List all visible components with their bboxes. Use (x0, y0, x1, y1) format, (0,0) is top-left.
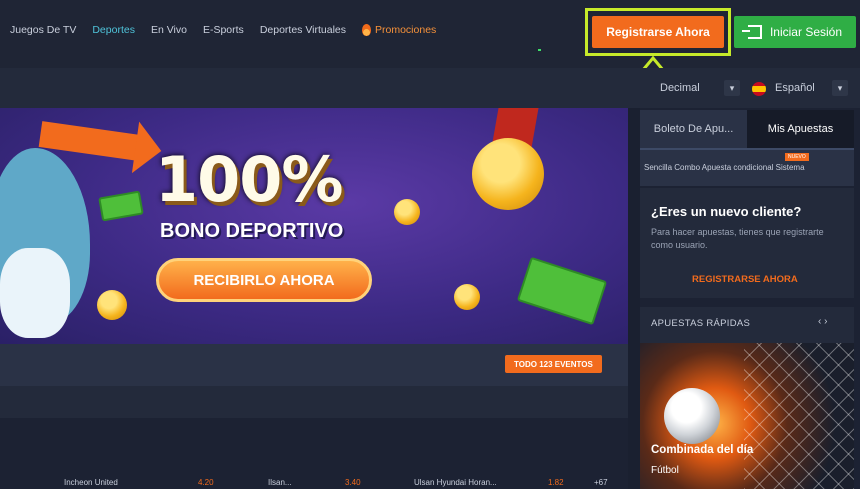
quick-bets-nav-arrows[interactable]: ‹ › (818, 316, 827, 327)
quick-bets-title: APUESTAS RÁPIDAS (651, 318, 751, 329)
all-events-button[interactable]: TODO 123 EVENTOS (505, 355, 602, 373)
banner-subheadline: BONO DEPORTIVO (160, 220, 344, 242)
bet-type-options[interactable]: Sencilla Combo Apuesta condicional Siste… (644, 163, 805, 172)
coin-icon (394, 199, 420, 225)
coin-icon (97, 290, 127, 320)
login-button[interactable]: Iniciar Sesión (734, 16, 856, 48)
new-badge: NUEVO (785, 153, 809, 161)
nav-promotions[interactable]: Promociones (362, 24, 436, 36)
nav-live[interactable]: En Vivo (151, 24, 187, 36)
tab-my-bets[interactable]: Mis Apuestas (747, 110, 854, 148)
whale-mascot (0, 148, 90, 338)
quick-bet-card-sport: Fútbol (651, 465, 679, 476)
main-nav: Juegos De TV Deportes En Vivo E-Sports D… (10, 24, 436, 36)
money-bill-icon (98, 190, 144, 222)
login-icon (741, 25, 762, 39)
new-customer-text: Para hacer apuestas, tienes que registra… (651, 227, 824, 250)
match-team-label[interactable]: Ulsan Hyundai Horan... (414, 478, 497, 487)
banner-headline: 100% (155, 143, 344, 216)
column-divider (628, 108, 640, 489)
language-select[interactable]: Español (775, 82, 815, 94)
match-team-label[interactable]: Incheon United (64, 478, 118, 487)
spain-flag-icon (752, 82, 766, 96)
money-bill-icon (516, 256, 608, 326)
status-dot (538, 49, 541, 51)
odds-format-select[interactable]: Decimal (660, 82, 700, 94)
nav-tv-games[interactable]: Juegos De TV (10, 24, 76, 36)
register-link[interactable]: REGISTRARSE AHORA (692, 274, 798, 285)
language-chevron-down-icon[interactable]: ▾ (832, 80, 848, 96)
medal-coin-icon (472, 138, 544, 210)
section-divider (0, 386, 628, 418)
claim-bonus-button[interactable]: RECIBIRLO AHORA (156, 258, 372, 302)
login-label: Iniciar Sesión (769, 25, 843, 39)
more-markets[interactable]: +67 (594, 478, 608, 487)
register-highlight-box (585, 8, 731, 56)
nav-sports[interactable]: Deportes (92, 24, 135, 36)
quick-bet-card-title[interactable]: Combinada del día (651, 444, 753, 456)
nav-promotions-label: Promociones (375, 24, 437, 36)
coin-icon (454, 284, 480, 310)
nav-esports[interactable]: E-Sports (203, 24, 244, 36)
match-team-label[interactable]: Ilsan... (268, 478, 292, 487)
match-odds[interactable]: 3.40 (345, 478, 361, 487)
soccer-ball-icon (664, 388, 720, 444)
nav-virtual-sports[interactable]: Deportes Virtuales (260, 24, 346, 36)
promo-banner[interactable]: 100% BONO DEPORTIVO RECIBIRLO AHORA (0, 108, 628, 344)
tab-betslip[interactable]: Boleto De Apu... (640, 110, 747, 148)
flame-icon (362, 24, 371, 36)
new-customer-title: ¿Eres un nuevo cliente? (651, 204, 802, 219)
match-odds[interactable]: 1.82 (548, 478, 564, 487)
match-odds[interactable]: 4.20 (198, 478, 214, 487)
odds-chevron-down-icon[interactable]: ▾ (724, 80, 740, 96)
goal-net-graphic (744, 343, 854, 489)
